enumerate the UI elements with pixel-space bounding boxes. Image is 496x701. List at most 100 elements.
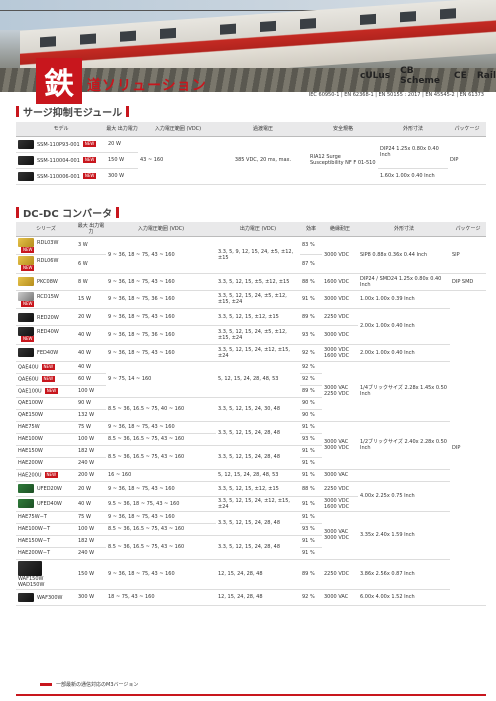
- series-cell: HAE150W: [16, 445, 76, 458]
- product-image: [18, 560, 42, 576]
- dim-cell: 3.86x 2.56x 0.87 Inch: [358, 559, 450, 590]
- product-image: [18, 277, 34, 286]
- table-row: FED40W 40 W 9 ~ 36, 18 ~ 75, 43 ~ 160 3.…: [16, 344, 486, 362]
- eff-cell: 92 %: [300, 373, 322, 386]
- output-cell: 3.3, 5, 12, 15, ±12, ±15: [216, 481, 300, 497]
- col-output: 出力電圧 (VDC): [216, 222, 300, 237]
- safety-cell: RIA12 Surge Susceptibility NF F 01-510: [308, 136, 378, 185]
- eff-cell: 91 %: [300, 469, 322, 482]
- table-row: PKC08W 8 W 9 ~ 36, 18 ~ 75, 43 ~ 160 3.3…: [16, 273, 486, 291]
- iso-cell: 2250 VDC: [322, 559, 358, 590]
- model-cell: SSM-110006-001 NEW: [16, 168, 106, 185]
- eff-cell: 91 %: [300, 535, 322, 548]
- product-image: [18, 327, 34, 336]
- series-cell: FED40W: [16, 344, 76, 362]
- table-row: HAE75W−T 75 W 9 ~ 36, 18 ~ 75, 43 ~ 160 …: [16, 511, 486, 560]
- product-image: [18, 499, 34, 508]
- input-cell: 9 ~ 36, 18 ~ 75, 43 ~ 160: [106, 236, 216, 274]
- eff-cell: 92 %: [300, 589, 322, 606]
- power-cell: 240 W: [76, 547, 106, 560]
- col-series: シリーズ: [16, 222, 76, 237]
- iso-cell: 3000 VDC 1600 VDC: [322, 496, 358, 512]
- power-cell: 3 W: [76, 236, 106, 255]
- dim-cell: 1.60x 1.00x 0.40 Inch: [378, 168, 448, 185]
- power-cell: 40 W: [76, 344, 106, 362]
- power-cell: 100 W: [76, 433, 106, 446]
- dim-cell: DIP24 / SMD24 1.25x 0.80x 0.40 Inch: [358, 273, 450, 291]
- eff-cell: 91 %: [300, 547, 322, 560]
- eff-cell: 88 %: [300, 273, 322, 291]
- dcdc-table: シリーズ 最大 出力電力 入力電圧範囲 (VDC) 出力電圧 (VDC) 効率 …: [16, 222, 486, 606]
- page-title: 道ソリューション: [87, 78, 207, 94]
- power-cell: 15 W: [76, 290, 106, 309]
- output-cell: 12, 15, 24, 28, 48: [216, 559, 300, 590]
- surge-table: モデル 最大 出力電力 入力電圧範囲 (VDC) 過渡電圧 安全規格 外形寸法 …: [16, 122, 486, 185]
- eff-cell: 91 %: [300, 457, 322, 470]
- eff-cell: 92 %: [300, 344, 322, 362]
- col-safety: 安全規格: [308, 122, 378, 137]
- power-cell: 300 W: [76, 589, 106, 606]
- input-cell: 8.5 ~ 36, 16.5 ~ 75, 43 ~ 160: [106, 523, 216, 536]
- series-cell: RED20W: [16, 308, 76, 326]
- input-cell: 9 ~ 36, 18 ~ 75, 43 ~ 160: [106, 344, 216, 362]
- series-cell: QAE100W: [16, 397, 76, 410]
- power-cell: 240 W: [76, 457, 106, 470]
- input-cell: 9 ~ 36, 18 ~ 75, 43 ~ 160: [106, 273, 216, 291]
- footnote: 一部最新の通信対応のM3バージョン: [40, 681, 138, 688]
- output-cell: 5, 12, 15, 24, 28, 48, 53: [216, 361, 300, 398]
- table-row: QAE40U NEW 40 W 9 ~ 75, 14 ~ 160 5, 12, 1…: [16, 361, 486, 422]
- output-cell: 3.3, 5, 12, 15, 24, 28, 48: [216, 511, 300, 536]
- transient-cell: 385 VDC, 20 ms, max.: [218, 136, 308, 185]
- product-image: [18, 155, 34, 165]
- new-badge: NEW: [21, 300, 35, 307]
- footnote-marker: [40, 683, 52, 686]
- new-badge: NEW: [21, 265, 35, 271]
- eff-cell: 83 %: [300, 236, 322, 255]
- series-cell: HAE150W−T: [16, 535, 76, 548]
- iso-cell: 1600 VDC: [322, 273, 358, 291]
- series-cell: WAF150W WAD150W: [16, 559, 76, 590]
- table-row: SSM-110P93-001 NEW 20 W 43 ~ 160 385 VDC,…: [16, 136, 486, 185]
- col-power: 最大 出力電力: [76, 222, 106, 237]
- dim-cell: 1/2ブリックサイズ 2.40x 2.28x 0.50 Inch: [358, 421, 450, 470]
- tetsu-logo: 鉄: [36, 58, 82, 104]
- iso-cell: 3000 VAC: [322, 469, 358, 482]
- series-cell: HAE75W: [16, 421, 76, 434]
- dim-cell: DIP24 1.25x 0.80x 0.40 Inch: [378, 136, 448, 169]
- input-cell: 9 ~ 36, 18 ~ 75, 43 ~ 160: [106, 421, 216, 434]
- series-cell: QAE100U NEW: [16, 385, 76, 398]
- series-cell: HAE75W−T: [16, 511, 76, 524]
- eff-cell: 91 %: [300, 445, 322, 458]
- dim-cell: 2.00x 1.00x 0.40 Inch: [358, 344, 450, 362]
- product-image: [18, 312, 34, 322]
- iso-cell: 3000 VDC: [322, 325, 358, 345]
- col-package: パッケージ: [450, 222, 486, 237]
- eff-cell: 93 %: [300, 325, 322, 345]
- table-row: WAF150W WAD150W 150 W 9 ~ 36, 18 ~ 75, 43…: [16, 559, 486, 590]
- iso-cell: 3000 VDC 1600 VDC: [322, 344, 358, 362]
- iso-cell: 3000 VAC: [322, 589, 358, 606]
- power-cell: 60 W: [76, 373, 106, 386]
- series-cell: RCD15WNEW: [16, 290, 76, 309]
- series-cell: UFED40W: [16, 496, 76, 512]
- ul-cert-icon: cULus: [360, 71, 391, 81]
- series-cell: RED40WNEW: [16, 325, 76, 345]
- input-cell: 8.5 ~ 36, 16.5 ~ 75, 43 ~ 160: [106, 535, 216, 560]
- input-cell: 9 ~ 75, 14 ~ 160: [106, 361, 216, 398]
- power-cell: 20 W: [76, 481, 106, 497]
- output-cell: 3.3, 5, 12, 15, 24, ±5, ±12, ±15, ±24: [216, 325, 300, 345]
- power-cell: 8 W: [76, 273, 106, 291]
- eff-cell: 92 %: [300, 361, 322, 374]
- package-cell: SIP: [450, 236, 486, 274]
- package-cell: DIP: [448, 136, 486, 185]
- series-cell: RDL06WNEW: [16, 254, 76, 274]
- eff-cell: 89 %: [300, 308, 322, 326]
- table-row: WAF300W 300 W 18 ~ 75, 43 ~ 160 12, 15, …: [16, 589, 486, 606]
- input-cell: 8.5 ~ 36, 16.5 ~ 75, 43 ~ 160: [106, 433, 216, 446]
- iso-cell: 3000 VDC: [322, 290, 358, 309]
- rail-icon: Rail: [476, 71, 496, 81]
- output-cell: 3.3, 5, 12, 15, 24, ±5, ±12, ±15, ±24: [216, 290, 300, 309]
- output-cell: 3.3, 5, 12, 15, 24, 28, 48: [216, 535, 300, 560]
- product-image: [18, 237, 34, 247]
- input-cell: 9 ~ 36, 18 ~ 75, 43 ~ 160: [106, 559, 216, 590]
